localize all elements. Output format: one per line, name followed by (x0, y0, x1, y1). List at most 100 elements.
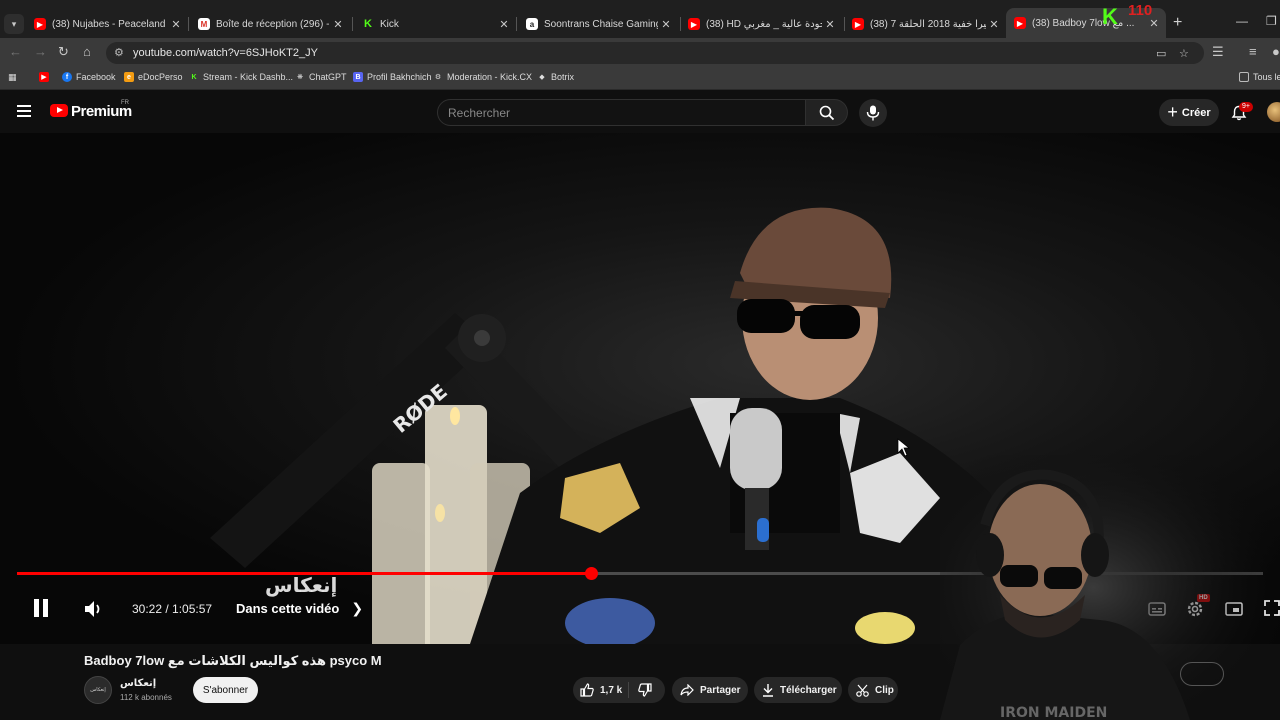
bookmark-kick-dashboard[interactable]: K Stream - Kick Dashb... (189, 72, 293, 82)
channel-avatar[interactable]: إنعكاس (84, 676, 112, 704)
close-tab-icon[interactable]: ✕ (986, 18, 1002, 31)
pause-icon[interactable] (32, 598, 50, 618)
microphone-icon (866, 105, 880, 121)
bookmarks-bar: ▦ ▶ f Facebook e eDocPerso K Stream - Ki… (0, 68, 1280, 90)
new-tab-icon[interactable]: + (1173, 14, 1182, 32)
youtube-masthead: Premium FR Rechercher + Créer 9+ (0, 91, 1280, 133)
reload-icon[interactable]: ↻ (58, 44, 69, 60)
region-code: FR (121, 100, 129, 106)
tab-title: Soontrans Chaise Gaming Raci (544, 18, 658, 30)
search-input[interactable]: Rechercher (437, 99, 806, 126)
home-icon[interactable]: ⌂ (83, 44, 91, 59)
install-app-icon[interactable]: ▭ (1156, 47, 1166, 60)
kick-overlay-count: 110 (1128, 2, 1153, 19)
voice-search-button[interactable] (859, 99, 887, 127)
bookmark-profil-bakhchich[interactable]: B Profil Bakhchich (353, 72, 432, 82)
dislike-button[interactable] (629, 683, 652, 697)
search-button[interactable] (806, 99, 848, 126)
tab-title: Kick (380, 18, 399, 30)
address-bar[interactable]: ⚙ youtube.com/watch?v=6SJHoKT2_JY ▭ ☆ (106, 42, 1204, 64)
url-text[interactable]: youtube.com/watch?v=6SJHoKT2_JY (133, 47, 318, 59)
kick-icon: K (364, 18, 372, 30)
streamer-webcam-overlay: IRON MAIDEN (940, 455, 1280, 720)
minimize-icon[interactable]: — (1236, 14, 1248, 28)
scissors-icon (856, 684, 869, 697)
tab-title: (38) Badboy 7low مع ... (1032, 17, 1135, 29)
forward-icon[interactable]: → (34, 44, 47, 59)
profile-icon: B (353, 72, 363, 82)
bookmark-botrix[interactable]: ◆ Botrix (537, 72, 574, 82)
bookmark-chatgpt[interactable]: ❋ ChatGPT (295, 72, 346, 82)
bookmark-star-icon[interactable]: ☆ (1179, 47, 1189, 60)
volume-icon[interactable] (84, 600, 104, 618)
youtube-icon: ▶ (852, 18, 864, 30)
youtube-icon: ▶ (688, 18, 700, 30)
youtube-icon: ▶ (1014, 17, 1026, 29)
close-tab-icon[interactable]: ✕ (168, 18, 184, 31)
gmail-icon: M (198, 18, 210, 30)
back-icon[interactable]: ← (9, 44, 22, 59)
search-placeholder: Rechercher (448, 106, 511, 120)
all-bookmarks[interactable]: Tous le (1239, 72, 1280, 82)
youtube-logo-icon[interactable] (50, 104, 68, 117)
search-icon (819, 105, 835, 121)
account-avatar[interactable] (1267, 102, 1280, 122)
create-button[interactable]: + Créer (1159, 99, 1219, 126)
facebook-icon: f (62, 72, 72, 82)
download-icon (763, 684, 773, 697)
channel-name[interactable]: إنعكاس (120, 678, 156, 689)
browser-tab[interactable]: ▶ (38) HD بجودة عالية _ مغربي ... ✕ (680, 12, 842, 36)
clip-button[interactable]: Clip (848, 677, 898, 703)
chevron-right-icon: ❯ (351, 600, 364, 616)
bookmark-edocperso[interactable]: e eDocPerso (124, 72, 183, 82)
chapters-button[interactable]: Dans cette vidéo ❯ (236, 600, 363, 617)
reading-list-icon[interactable]: ≡ (1249, 44, 1257, 59)
browser-tab[interactable]: K Kick ✕ (354, 12, 516, 36)
browser-toolbar: ← → ↻ ⌂ ⚙ youtube.com/watch?v=6SJHoKT2_J… (0, 38, 1280, 68)
youtube-icon: ▶ (39, 72, 49, 82)
download-button[interactable]: Télécharger (754, 677, 842, 703)
like-count: 1,7 k (600, 684, 623, 696)
close-tab-icon[interactable]: ✕ (496, 18, 512, 31)
tab-search-button[interactable]: ▾ (4, 14, 24, 34)
youtube-icon: ▶ (34, 18, 46, 30)
tab-title: (38) كاميرا خفية 2018 الحلقة 7 ... (870, 18, 986, 30)
tab-title: Boîte de réception (296) - amin (216, 18, 330, 30)
kick-overlay-logo: K (1102, 4, 1118, 29)
scrubber-handle[interactable] (584, 567, 598, 580)
tab-title: (38) Nujabes - Peaceland [Offic (52, 18, 168, 30)
bookmark-kickcx[interactable]: ⚙ Moderation - Kick.CX (433, 72, 532, 82)
site-info-icon[interactable]: ⚙ (114, 46, 124, 59)
subscriber-count: 112 k abonnés (120, 693, 172, 702)
video-title: Badboy 7low هذه كواليس الكلاشات مع psyco… (84, 653, 382, 668)
thumbs-up-icon (580, 683, 594, 697)
bookmark-youtube[interactable]: ▶ (39, 72, 53, 82)
like-button[interactable]: 1,7 k (573, 682, 629, 698)
like-dislike-group: 1,7 k (573, 677, 665, 703)
close-tab-icon[interactable]: ✕ (822, 18, 838, 31)
browser-tab[interactable]: M Boîte de réception (296) - amin ✕ (190, 12, 350, 36)
thumbs-down-icon (638, 683, 652, 697)
time-display: 30:22 / 1:05:57 (132, 602, 213, 616)
tab-title: (38) HD بجودة عالية _ مغربي ... (706, 18, 822, 30)
share-button[interactable]: Partager (672, 677, 748, 703)
close-tab-icon[interactable]: ✕ (658, 18, 674, 31)
folder-icon (1239, 72, 1249, 82)
subscribe-button[interactable]: S'abonner (193, 677, 258, 703)
menu-icon[interactable] (17, 105, 31, 117)
maximize-icon[interactable]: ❐ (1266, 14, 1277, 28)
botrix-icon: ◆ (539, 74, 545, 81)
browser-tab[interactable]: a Soontrans Chaise Gaming Raci ✕ (518, 12, 678, 36)
webcam-overlay-artifact (1180, 662, 1224, 686)
notification-count-badge: 9+ (1239, 102, 1253, 112)
kickcx-icon: ⚙ (434, 74, 442, 81)
bookmark-facebook[interactable]: f Facebook (62, 72, 116, 82)
browser-tab[interactable]: ▶ (38) Nujabes - Peaceland [Offic ✕ (26, 12, 188, 36)
profile-icon[interactable]: ● (1272, 44, 1280, 59)
amazon-icon: a (526, 18, 538, 30)
browser-tab[interactable]: ▶ (38) كاميرا خفية 2018 الحلقة 7 ... ✕ (844, 12, 1006, 36)
edocperso-icon: e (124, 72, 134, 82)
apps-icon[interactable]: ▦ (8, 72, 17, 83)
extensions-icon[interactable]: ☰ (1212, 44, 1224, 60)
close-tab-icon[interactable]: ✕ (330, 18, 346, 31)
